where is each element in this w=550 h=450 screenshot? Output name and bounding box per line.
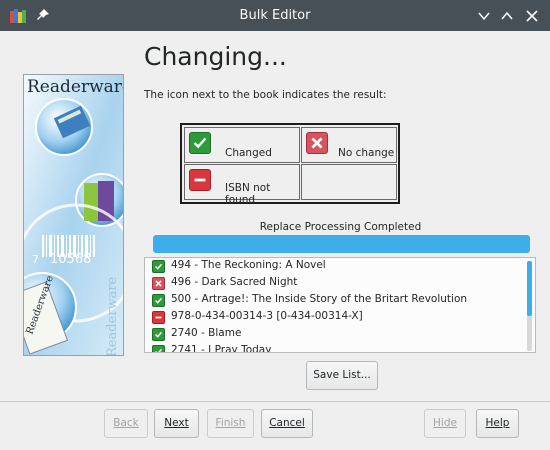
changed-icon (152, 294, 165, 307)
list-item-text: 978-0-434-00314-3 [0-434-00314-X] (171, 310, 363, 322)
save-list-button[interactable]: Save List... (306, 361, 378, 390)
list-item[interactable]: 978-0-434-00314-3 [0-434-00314-X] (145, 309, 525, 326)
maximize-icon[interactable] (499, 8, 515, 24)
help-button[interactable]: Help (476, 409, 519, 438)
legend-no-change: No change (301, 127, 397, 163)
next-button[interactable]: Next (154, 409, 199, 438)
instruction-text: The icon next to the book indicates the … (144, 89, 387, 101)
finish-button[interactable]: Finish (207, 409, 254, 438)
changed-icon (152, 345, 165, 352)
list-item-text: 2740 - Blame (171, 327, 242, 339)
cancel-button-label: Cancel (269, 417, 305, 429)
help-button-label: Help (485, 417, 510, 429)
hide-button[interactable]: Hide (424, 409, 466, 438)
status-label: Replace Processing Completed (259, 221, 422, 233)
hide-button-label: Hide (433, 417, 457, 429)
list-item[interactable]: 2741 - I Pray Today (145, 343, 525, 353)
legend-isbn-not-found-label: ISBN not found (225, 182, 271, 206)
list-item[interactable]: 500 - Artrage!: The Inside Story of the … (145, 292, 525, 309)
list-item-text: 500 - Artrage!: The Inside Story of the … (171, 293, 468, 305)
scrollbar-thumb[interactable] (527, 261, 532, 316)
legend-no-change-label: No change (338, 147, 395, 159)
svg-text:Readerware: Readerware (105, 276, 120, 356)
legend-empty-cell (301, 164, 397, 200)
results-list[interactable]: 494 - The Reckoning: A Novel 496 - Dark S… (144, 257, 536, 353)
list-item-text: 496 - Dark Sacred Night (171, 276, 298, 288)
cancel-button[interactable]: Cancel (261, 409, 313, 438)
next-button-label: Next (164, 417, 189, 429)
readerware-side-image: Readerware 7 10568 Readerware Readerware (23, 74, 124, 356)
list-item[interactable]: 494 - The Reckoning: A Novel (145, 258, 525, 275)
close-icon[interactable] (524, 8, 540, 24)
changed-icon (189, 132, 211, 154)
list-item[interactable]: 2740 - Blame (145, 326, 525, 343)
separator (0, 401, 550, 402)
no-change-icon (306, 132, 328, 154)
window-title: Bulk Editor (239, 8, 311, 23)
isbn-not-found-icon (152, 311, 165, 324)
back-button[interactable]: Back (104, 409, 148, 438)
minimize-icon[interactable] (476, 8, 492, 24)
list-item-text: 494 - The Reckoning: A Novel (171, 259, 326, 271)
list-item-text: 2741 - I Pray Today (171, 344, 272, 353)
isbn-not-found-icon (189, 169, 211, 191)
progress-bar (153, 235, 530, 253)
page-title: Changing... (144, 42, 287, 71)
brand-text: Readerware (27, 77, 124, 97)
result-legend: Changed No change ISBN not found (180, 123, 400, 206)
changed-icon (152, 260, 165, 273)
title-bar: Bulk Editor (0, 0, 550, 31)
finish-button-label: Finish (215, 417, 246, 429)
number-text: 10568 (50, 252, 91, 267)
back-button-label: Back (113, 417, 139, 429)
digit-text: 7 (32, 253, 39, 266)
legend-changed-label: Changed (225, 147, 272, 159)
changed-icon (152, 328, 165, 341)
legend-changed: Changed (184, 127, 300, 163)
no-change-icon (152, 277, 165, 290)
legend-isbn-not-found: ISBN not found (184, 164, 300, 206)
list-item[interactable]: 496 - Dark Sacred Night (145, 275, 525, 292)
